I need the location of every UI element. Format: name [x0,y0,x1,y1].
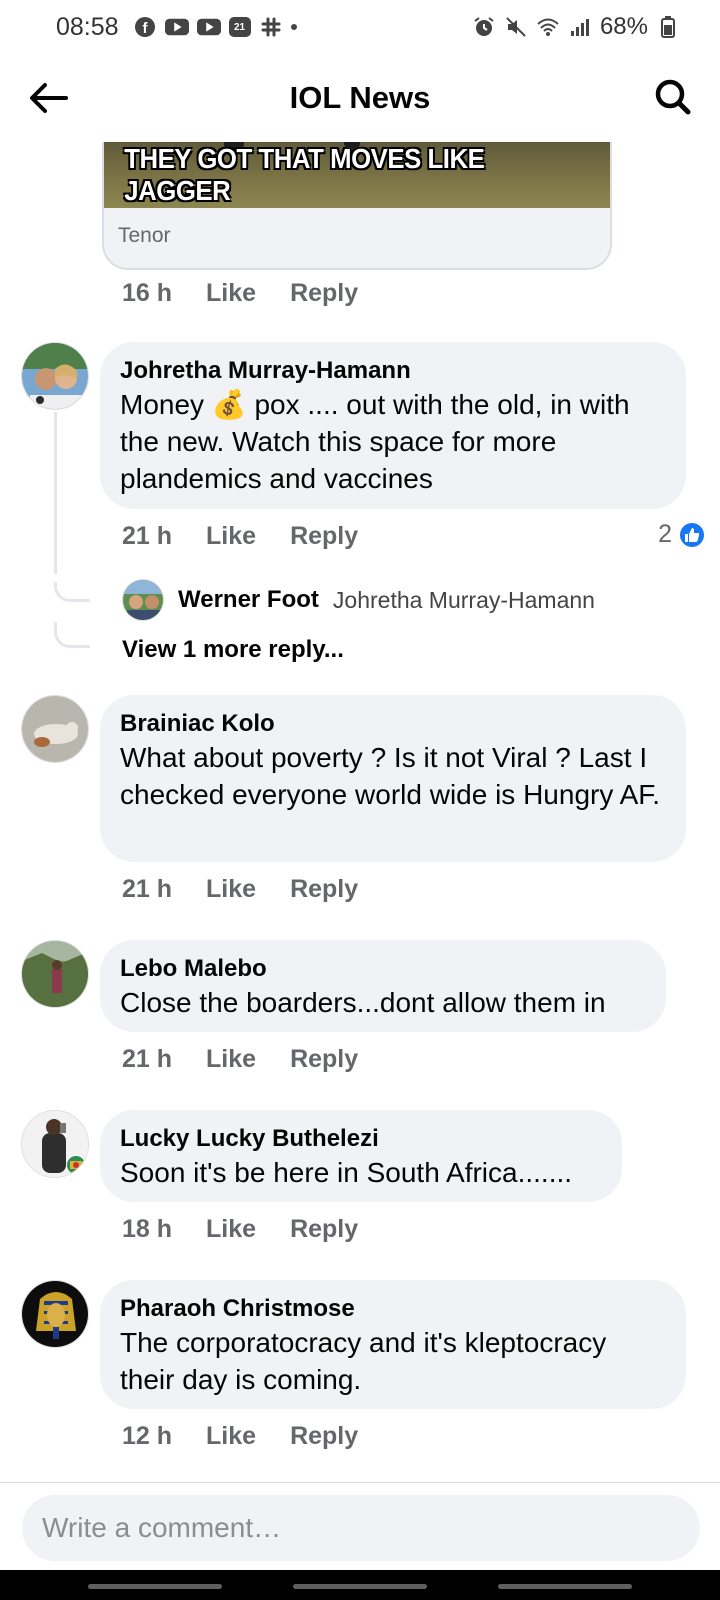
battery-percent: 68% [599,13,648,40]
like-button[interactable]: Like [206,1422,256,1451]
view-more-replies-link[interactable]: View 1 more reply... [122,636,344,664]
comment-text: What about poverty ? Is it not Viral ? L… [120,742,661,810]
comment-author[interactable]: Lucky Lucky Buthelezi [120,1124,602,1154]
comment-author[interactable]: Lebo Malebo [120,954,646,984]
comment-time: 21 h [122,875,173,903]
nav-back-handle[interactable] [498,1584,632,1589]
slack-icon [259,15,283,39]
comment-actions: 12 h Like Reply [122,1422,358,1451]
reply-button[interactable]: Reply [290,875,358,904]
like-button[interactable]: Like [206,1045,256,1074]
system-nav-bar [0,1570,720,1600]
like-button[interactable]: Like [206,875,256,904]
comment-bubble[interactable]: Lebo Malebo Close the boarders...dont al… [100,940,666,1032]
nav-recents-handle[interactable] [88,1584,222,1589]
alarm-icon [472,15,496,39]
comment-actions: 21 h Like Reply [122,875,358,904]
reply-button[interactable]: Reply [290,1215,358,1244]
comment-bubble[interactable]: Johretha Murray-Hamann Money 💰 pox .... … [100,342,686,509]
status-left: 08:58 f 21 [56,13,297,42]
comment-text: Close the boarders...dont allow them in [120,987,606,1018]
comment-author[interactable]: Brainiac Kolo [120,709,666,739]
youtube-icon [196,15,221,39]
reply-button[interactable]: Reply [290,1422,358,1451]
gif-source: Tenor [104,208,610,268]
comment-actions: 18 h Like Reply [122,1215,358,1244]
comment-text: Soon it's be here in South Africa....... [120,1157,573,1188]
search-icon [655,79,691,115]
reaction-summary[interactable]: 2 [658,520,706,549]
thread-branch [54,622,90,648]
comment-author[interactable]: Pharaoh Christmose [120,1294,666,1324]
like-button[interactable]: Like [206,1215,256,1244]
avatar[interactable] [21,695,89,763]
signal-icon [568,15,592,39]
dot-icon [290,24,297,30]
mute-icon [504,15,528,39]
reply-button[interactable]: Reply [290,522,358,551]
comment-author[interactable]: Johretha Murray-Hamann [120,356,666,386]
comment-text-part: Money [120,389,212,420]
comment-time: 21 h [122,522,173,550]
thread-line [54,412,57,574]
thumbs-up-icon [678,520,706,549]
gif-attachment[interactable]: THEY GOT THAT MOVES LIKE JAGGER Tenor [102,142,612,270]
arrow-left-icon [30,83,68,113]
comment-actions: 21 h Like Reply [122,1045,358,1074]
comment-input[interactable] [22,1495,700,1561]
comment-bubble[interactable]: Brainiac Kolo What about poverty ? Is it… [100,695,686,862]
avatar[interactable] [21,342,89,410]
calendar-icon: 21 [228,17,251,37]
wifi-icon [536,15,560,39]
youtube-icon [164,15,189,39]
gif-caption: THEY GOT THAT MOVES LIKE JAGGER [124,143,485,206]
gif-image[interactable]: THEY GOT THAT MOVES LIKE JAGGER [104,142,610,208]
reaction-count: 2 [658,520,672,548]
status-bar: 08:58 f 21 68% [0,0,720,54]
reply-preview[interactable]: Werner Foot Johretha Murray-Hamann [122,579,595,621]
nav-home-handle[interactable] [293,1584,427,1589]
comment-composer [0,1482,720,1570]
comment-text: The corporatocracy and it's kleptocracy … [120,1327,607,1395]
comment-text: Money 💰 pox .... out with the old, in wi… [120,386,666,497]
reply-author[interactable]: Werner Foot [178,586,319,614]
comment-time: 21 h [122,1045,173,1073]
battery-icon [656,15,680,39]
comment-actions: 16 h Like Reply [122,279,358,308]
comment-feed[interactable]: THEY GOT THAT MOVES LIKE JAGGER Tenor 16… [0,142,720,1482]
money-bag-emoji: 💰 [211,389,247,420]
comment-time: 16 h [122,279,173,307]
reply-mention: Johretha Murray-Hamann [332,586,595,613]
thread-branch [54,582,90,602]
status-right: 68% [472,13,680,41]
comment-bubble[interactable]: Lucky Lucky Buthelezi Soon it's be here … [100,1110,622,1202]
comment-actions: 21 h Like Reply [122,522,358,551]
clock: 08:58 [56,12,119,41]
reply-button[interactable]: Reply [290,1045,358,1074]
reply-button[interactable]: Reply [290,279,358,308]
comment-time: 18 h [122,1215,173,1243]
page-title: IOL News [289,80,431,115]
avatar[interactable] [21,940,89,1008]
like-button[interactable]: Like [206,522,256,551]
app-header: IOL News [0,54,720,142]
like-button[interactable]: Like [206,279,256,308]
avatar[interactable] [122,579,164,621]
comment-time: 12 h [122,1422,173,1450]
comment-bubble[interactable]: Pharaoh Christmose The corporatocracy an… [100,1280,686,1409]
back-button[interactable] [28,78,68,118]
avatar[interactable] [21,1280,89,1348]
facebook-icon: f [133,15,157,39]
search-button[interactable] [652,76,694,118]
avatar[interactable] [21,1110,89,1178]
